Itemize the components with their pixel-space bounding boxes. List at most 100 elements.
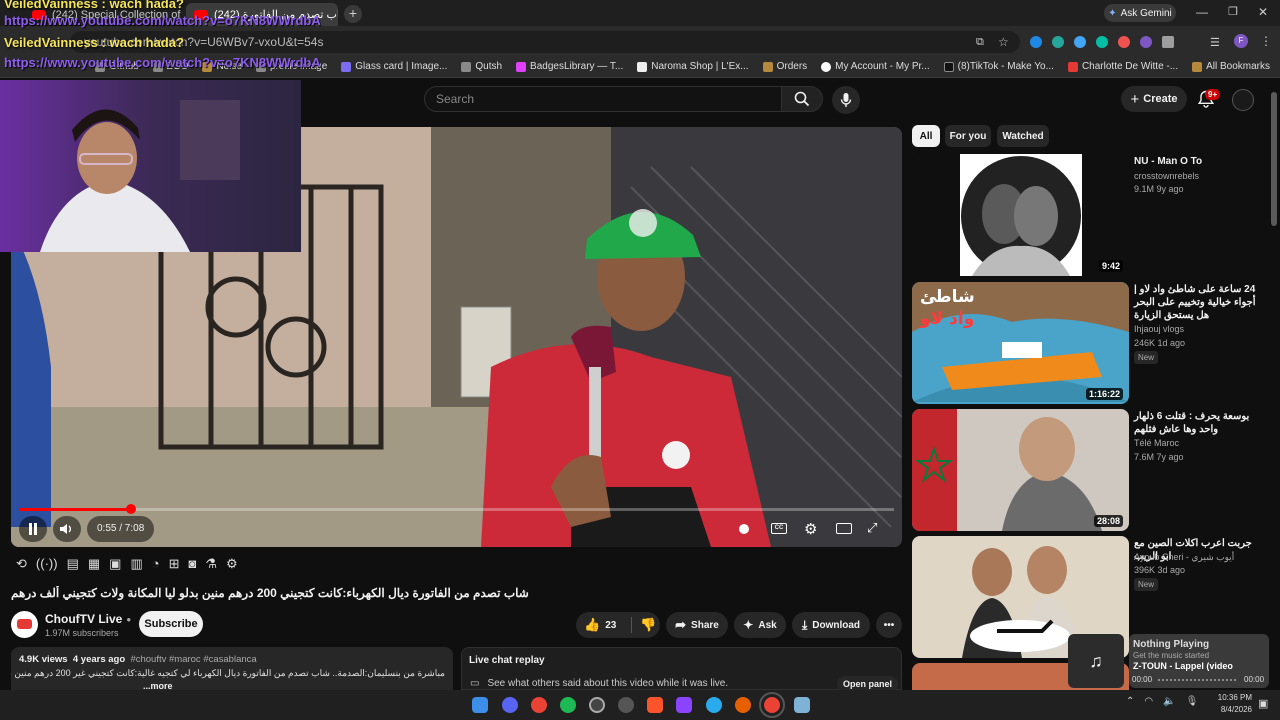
recommendation-channel[interactable]: Télé Maroc bbox=[1134, 438, 1179, 448]
volume-icon[interactable]: 🔈 bbox=[1163, 696, 1175, 707]
all-bookmarks[interactable]: All Bookmarks bbox=[1192, 61, 1270, 72]
extension-icon[interactable] bbox=[1096, 36, 1108, 48]
minimize-icon[interactable]: — bbox=[1196, 5, 1208, 19]
channel-avatar[interactable] bbox=[11, 611, 38, 638]
extension-icon[interactable] bbox=[1140, 36, 1152, 48]
app-icon[interactable] bbox=[618, 697, 634, 713]
more-actions-button[interactable]: ••• bbox=[876, 612, 902, 638]
progress-track[interactable] bbox=[19, 508, 894, 511]
filter-chip-watched[interactable]: Watched bbox=[997, 125, 1049, 147]
recommendation-channel[interactable]: Ayoub Cheri - أيوب شيري bbox=[1134, 552, 1234, 563]
camera-icon[interactable]: ◙ bbox=[189, 556, 197, 572]
chrome-active-icon[interactable] bbox=[759, 692, 785, 718]
ask-gemini-button[interactable]: ✦ Ask Gemini bbox=[1104, 4, 1176, 22]
channel-name-row[interactable]: ChoufTV Live ● bbox=[45, 612, 131, 626]
app-icon[interactable] bbox=[676, 697, 692, 713]
screenshot-add-icon[interactable]: ⊞ bbox=[169, 556, 180, 572]
like-icon[interactable]: 👍 bbox=[584, 617, 600, 633]
extension-icon[interactable] bbox=[1118, 36, 1130, 48]
subscribe-button[interactable]: Subscribe bbox=[139, 611, 203, 637]
discord-icon[interactable] bbox=[502, 697, 518, 713]
recommendation-title[interactable]: 24 ساعة على شاطئ واد لاو | أجواء خيالية … bbox=[1134, 283, 1264, 322]
description-box[interactable]: 4.9K views 4 years ago #chouftv #maroc #… bbox=[11, 647, 453, 690]
obs-icon[interactable] bbox=[589, 697, 605, 713]
hashtags[interactable]: #chouftv #maroc #casablanca bbox=[130, 654, 256, 665]
bookmark-star-icon[interactable]: ☆ bbox=[998, 35, 1009, 49]
picture-in-picture-icon[interactable]: ▣ bbox=[109, 556, 121, 572]
flask-icon[interactable]: ⚗ bbox=[205, 556, 217, 572]
broadcast-icon[interactable]: ((·)) bbox=[36, 556, 58, 572]
install-app-icon[interactable]: ⧉ bbox=[976, 36, 984, 49]
fullscreen-icon[interactable]: ⤢ bbox=[867, 520, 877, 536]
page-scrollbar[interactable] bbox=[1271, 92, 1277, 226]
search-button[interactable] bbox=[781, 86, 823, 112]
bookmark-item[interactable]: BadgesLibrary — T... bbox=[516, 61, 623, 72]
url-field[interactable]: youtube.com/watch?v=U6WBv7-vxoU&t=54s bbox=[70, 31, 1020, 53]
show-more-link[interactable]: ...more bbox=[11, 681, 453, 690]
recommendation-channel[interactable]: Ihjaouj vlogs bbox=[1134, 324, 1184, 334]
recommendation-thumbnail[interactable]: 9:42 bbox=[912, 154, 1129, 276]
now-playing-start-time: 00:00 bbox=[1132, 675, 1153, 684]
dislike-icon[interactable]: 👎 bbox=[631, 617, 657, 633]
scrubber-handle[interactable] bbox=[126, 504, 136, 514]
bookmark-item[interactable]: Charlotte De Witte -... bbox=[1067, 61, 1179, 72]
extension-icon[interactable] bbox=[1052, 36, 1064, 48]
pause-button[interactable] bbox=[19, 516, 47, 542]
bookmark-label: Charlotte De Witte -... bbox=[1081, 61, 1179, 72]
bookmark-item[interactable]: (8)TikTok - Make Yo... bbox=[943, 61, 1054, 72]
create-button[interactable]: + Create bbox=[1121, 86, 1187, 112]
new-tab-button[interactable]: + bbox=[344, 5, 362, 23]
loop-icon[interactable]: ⟲ bbox=[16, 556, 27, 572]
reading-list-icon[interactable]: ☰ bbox=[1210, 36, 1220, 49]
theater-mode-icon[interactable] bbox=[836, 523, 852, 534]
profile-avatar[interactable]: F bbox=[1234, 34, 1248, 48]
browser-menu-icon[interactable]: ⋮ bbox=[1260, 34, 1272, 48]
bookmark-item[interactable]: Orders bbox=[762, 61, 807, 72]
clock[interactable]: 10:36 PM 8/4/2026 bbox=[1212, 692, 1252, 716]
settings-gear-icon[interactable]: ⚙ bbox=[226, 556, 238, 572]
folder-icon bbox=[762, 61, 773, 72]
chevron-up-icon[interactable]: ⌃ bbox=[1126, 696, 1134, 707]
mic-icon[interactable]: 🎙 bbox=[1186, 696, 1199, 707]
recommendation-thumbnail[interactable]: 28:08 bbox=[912, 409, 1129, 531]
notification-center-icon[interactable]: ▣ bbox=[1258, 697, 1268, 710]
now-playing-progress[interactable] bbox=[1158, 679, 1238, 681]
recommendation-title[interactable]: بوسعة يحرف : قتلت 6 ذلهار واحد وها عاش ف… bbox=[1134, 410, 1264, 436]
settings-gear-icon[interactable]: ⚙ bbox=[804, 520, 817, 538]
recommendation-title[interactable]: NU - Man O To bbox=[1134, 155, 1264, 168]
filter-chip-all[interactable]: All bbox=[912, 125, 940, 147]
spotify-icon[interactable] bbox=[560, 697, 576, 713]
extension-icon[interactable] bbox=[1030, 36, 1042, 48]
network-icon[interactable]: ◠ bbox=[1144, 696, 1153, 707]
extension-icon[interactable] bbox=[1074, 36, 1086, 48]
cinema-icon[interactable]: ▤ bbox=[67, 556, 79, 572]
maximize-icon[interactable]: ❐ bbox=[1228, 5, 1238, 18]
puzzle-icon[interactable] bbox=[1162, 36, 1174, 48]
app-icon[interactable] bbox=[794, 697, 810, 713]
bookmark-item[interactable]: My Account - My Pr... bbox=[821, 61, 930, 72]
clapper-icon[interactable]: ▦ bbox=[88, 556, 100, 572]
bookmark-item[interactable]: Glass card | Image... bbox=[341, 61, 447, 72]
film-strip-icon[interactable]: ▥ bbox=[130, 556, 142, 572]
filter-chip-for-you[interactable]: For you bbox=[945, 125, 991, 147]
volume-button[interactable] bbox=[53, 516, 81, 542]
speed-icon[interactable]: ◔ bbox=[152, 556, 160, 572]
ask-button[interactable]: ✦ Ask bbox=[734, 612, 786, 638]
download-button[interactable]: ⤓ Download bbox=[792, 612, 870, 638]
voice-search-button[interactable] bbox=[832, 86, 860, 114]
recommendation-channel[interactable]: crosstownrebels bbox=[1134, 171, 1199, 181]
autoplay-toggle-icon[interactable] bbox=[739, 524, 749, 534]
bookmark-item[interactable]: Qutsh bbox=[461, 61, 502, 72]
brave-icon[interactable] bbox=[647, 697, 663, 713]
account-avatar[interactable] bbox=[1232, 89, 1254, 111]
share-button[interactable]: ➦ Share bbox=[666, 612, 728, 638]
firefox-icon[interactable] bbox=[735, 697, 751, 713]
search-input[interactable]: Search bbox=[424, 86, 782, 112]
subtitles-icon[interactable]: CC bbox=[771, 523, 787, 534]
close-window-icon[interactable]: ✕ bbox=[1258, 5, 1268, 19]
bookmark-item[interactable]: Naroma Shop | L'Ex... bbox=[637, 61, 749, 72]
recommendation-thumbnail[interactable]: شاطئ واد لاو 1:16:22 bbox=[912, 282, 1129, 404]
telegram-icon[interactable] bbox=[706, 697, 722, 713]
windows-start-icon[interactable] bbox=[472, 697, 488, 713]
chrome-icon[interactable] bbox=[531, 697, 547, 713]
